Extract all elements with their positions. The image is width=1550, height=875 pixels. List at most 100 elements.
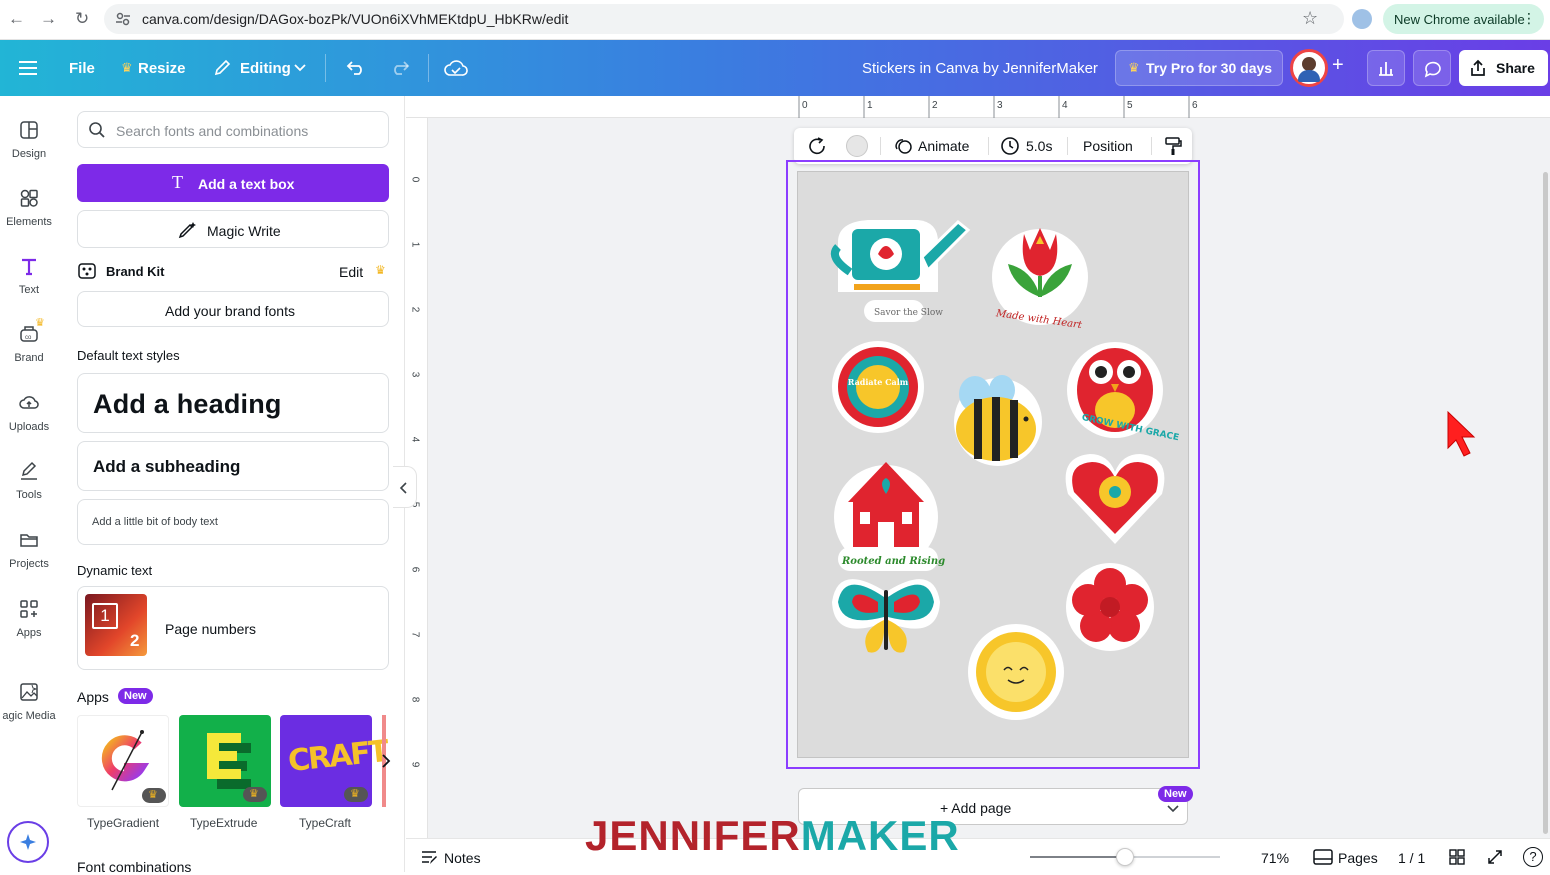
jennifermaker-watermark: JENNIFERMAKER xyxy=(585,812,960,860)
help-icon[interactable]: ? xyxy=(1523,847,1543,867)
chevron-right-icon[interactable] xyxy=(380,754,392,768)
page-numbers-card[interactable]: 1 2 Page numbers xyxy=(77,586,389,670)
app-label-typecraft: TypeCraft xyxy=(299,816,352,830)
divider xyxy=(1151,137,1152,155)
add-subheading-label: Add a subheading xyxy=(93,457,241,476)
animate-icon xyxy=(895,139,912,154)
ruler-label: 9 xyxy=(409,761,421,768)
avatar-head xyxy=(1302,57,1316,71)
add-collaborator-icon[interactable]: + xyxy=(1332,54,1344,77)
divider xyxy=(428,54,429,82)
file-menu[interactable]: File xyxy=(69,60,95,77)
notes-button[interactable]: Notes xyxy=(444,850,481,866)
rail-item-tools[interactable]: Tools xyxy=(0,461,58,501)
timing-button[interactable]: 5.0s xyxy=(1026,138,1052,154)
crown-icon: ♛ xyxy=(1128,60,1140,75)
side-rail: Design Elements Text ♛ co Brand Uploads … xyxy=(0,96,60,872)
brand-kit-icon xyxy=(78,263,96,279)
divider xyxy=(880,137,881,155)
rail-item-design[interactable]: Design xyxy=(0,120,58,160)
vertical-scrollbar[interactable] xyxy=(1543,172,1548,834)
fullscreen-icon[interactable] xyxy=(1487,849,1503,865)
rail-item-elements[interactable]: Elements xyxy=(0,188,58,228)
rail-label-brand: Brand xyxy=(14,352,44,364)
rail-item-projects[interactable]: Projects xyxy=(0,530,58,570)
update-chrome-button[interactable]: New Chrome available ⋮ xyxy=(1383,4,1544,34)
ruler-label: 4 xyxy=(1062,100,1068,111)
share-upload-icon xyxy=(1471,59,1485,76)
ruler-label: 1 xyxy=(409,241,421,248)
text-panel: Search fonts and combinations T Add a te… xyxy=(60,96,405,875)
kebab-menu-icon[interactable]: ⋮ xyxy=(1522,10,1536,27)
refresh-swap-icon[interactable] xyxy=(808,137,828,155)
site-settings-icon[interactable] xyxy=(115,11,131,27)
page-numbers-label: Page numbers xyxy=(165,621,257,637)
brand-kit-label: Brand Kit xyxy=(106,264,165,279)
bookmark-star-icon[interactable]: ☆ xyxy=(1302,8,1318,29)
zoom-level[interactable]: 71% xyxy=(1261,850,1289,866)
watermark-part-a: JENNIFER xyxy=(585,812,801,859)
color-swatch[interactable] xyxy=(846,135,868,157)
zoom-slider[interactable] xyxy=(1030,848,1220,866)
document-title[interactable]: Stickers in Canva by JenniferMaker xyxy=(862,60,1098,77)
heart-sticker xyxy=(1065,454,1165,544)
rail-label-tools: Tools xyxy=(16,489,42,501)
user-avatar[interactable] xyxy=(1290,49,1328,87)
undo-icon[interactable] xyxy=(346,58,366,76)
add-subheading-button[interactable]: Add a subheading xyxy=(77,441,389,491)
grid-view-icon[interactable] xyxy=(1449,849,1465,865)
magic-assistant-button[interactable] xyxy=(7,821,49,863)
add-heading-button[interactable]: Add a heading xyxy=(77,373,389,433)
insights-button[interactable] xyxy=(1367,50,1405,86)
add-brand-fonts-button[interactable]: Add your brand fonts xyxy=(77,291,389,327)
reload-icon[interactable]: ↻ xyxy=(75,9,89,29)
chevron-down-icon[interactable] xyxy=(294,64,306,72)
add-text-box-button[interactable]: T Add a text box xyxy=(77,164,389,202)
redo-icon[interactable] xyxy=(390,58,410,76)
cloud-saved-icon[interactable] xyxy=(444,58,468,78)
add-body-text-label: Add a little bit of body text xyxy=(92,516,218,528)
menu-icon[interactable] xyxy=(19,61,37,75)
rail-item-text[interactable]: Text xyxy=(0,256,58,296)
try-pro-button[interactable]: ♛ Try Pro for 30 days xyxy=(1115,50,1283,86)
app-tile-typecraft[interactable]: CRAFT ♛ xyxy=(280,715,389,807)
position-button[interactable]: Position xyxy=(1083,138,1133,154)
brand-kit-edit-link[interactable]: Edit xyxy=(339,264,363,280)
address-bar[interactable]: canva.com/design/DAGox-bozPk/VUOn6iXVhME… xyxy=(104,4,1344,34)
divider xyxy=(988,137,989,155)
rail-label-uploads: Uploads xyxy=(8,421,50,433)
app-tile-typeextrude[interactable]: ♛ xyxy=(179,715,271,807)
sticker-sheet: Savor the Slow Made with Heart Radiate C… xyxy=(831,220,1180,720)
share-button[interactable]: Share xyxy=(1459,50,1548,86)
font-search-input[interactable]: Search fonts and combinations xyxy=(77,111,389,148)
animate-button[interactable]: Animate xyxy=(918,138,969,154)
rail-item-magic-media[interactable]: agic Media xyxy=(0,682,62,722)
design-page[interactable]: Savor the Slow Made with Heart Radiate C… xyxy=(797,171,1189,758)
app-tile-typegradient[interactable]: ♛ xyxy=(77,715,169,807)
rail-item-apps[interactable]: Apps xyxy=(0,599,58,639)
sticker-text-rooted: Rooted and Rising xyxy=(841,556,945,567)
pages-button[interactable]: Pages xyxy=(1338,850,1378,866)
chevron-down-icon[interactable] xyxy=(1167,805,1179,813)
collapse-panel-button[interactable] xyxy=(393,466,417,508)
try-pro-label: Try Pro for 30 days xyxy=(1146,60,1273,76)
magic-write-button[interactable]: Magic Write xyxy=(77,210,389,248)
add-body-text-button[interactable]: Add a little bit of body text xyxy=(77,499,389,545)
zoom-slider-thumb[interactable] xyxy=(1116,848,1134,866)
flower-sticker xyxy=(1066,563,1154,651)
editing-mode-button[interactable]: Editing xyxy=(240,60,291,77)
rail-item-brand[interactable]: ♛ co Brand xyxy=(0,317,58,364)
typeextrude-logo xyxy=(207,733,251,789)
new-badge: New xyxy=(118,688,153,704)
back-icon[interactable]: ← xyxy=(8,9,25,29)
profile-avatar[interactable] xyxy=(1352,9,1372,29)
format-painter-icon[interactable] xyxy=(1164,136,1182,156)
rail-item-uploads[interactable]: Uploads xyxy=(0,393,58,433)
share-label: Share xyxy=(1496,60,1535,76)
pen-tool-icon xyxy=(21,461,37,480)
app-label-typegradient: TypeGradient xyxy=(87,816,160,830)
comments-button[interactable] xyxy=(1413,50,1451,86)
forward-icon[interactable]: → xyxy=(40,9,57,29)
resize-button[interactable]: Resize xyxy=(138,60,186,77)
ruler-ticks xyxy=(798,96,1190,118)
